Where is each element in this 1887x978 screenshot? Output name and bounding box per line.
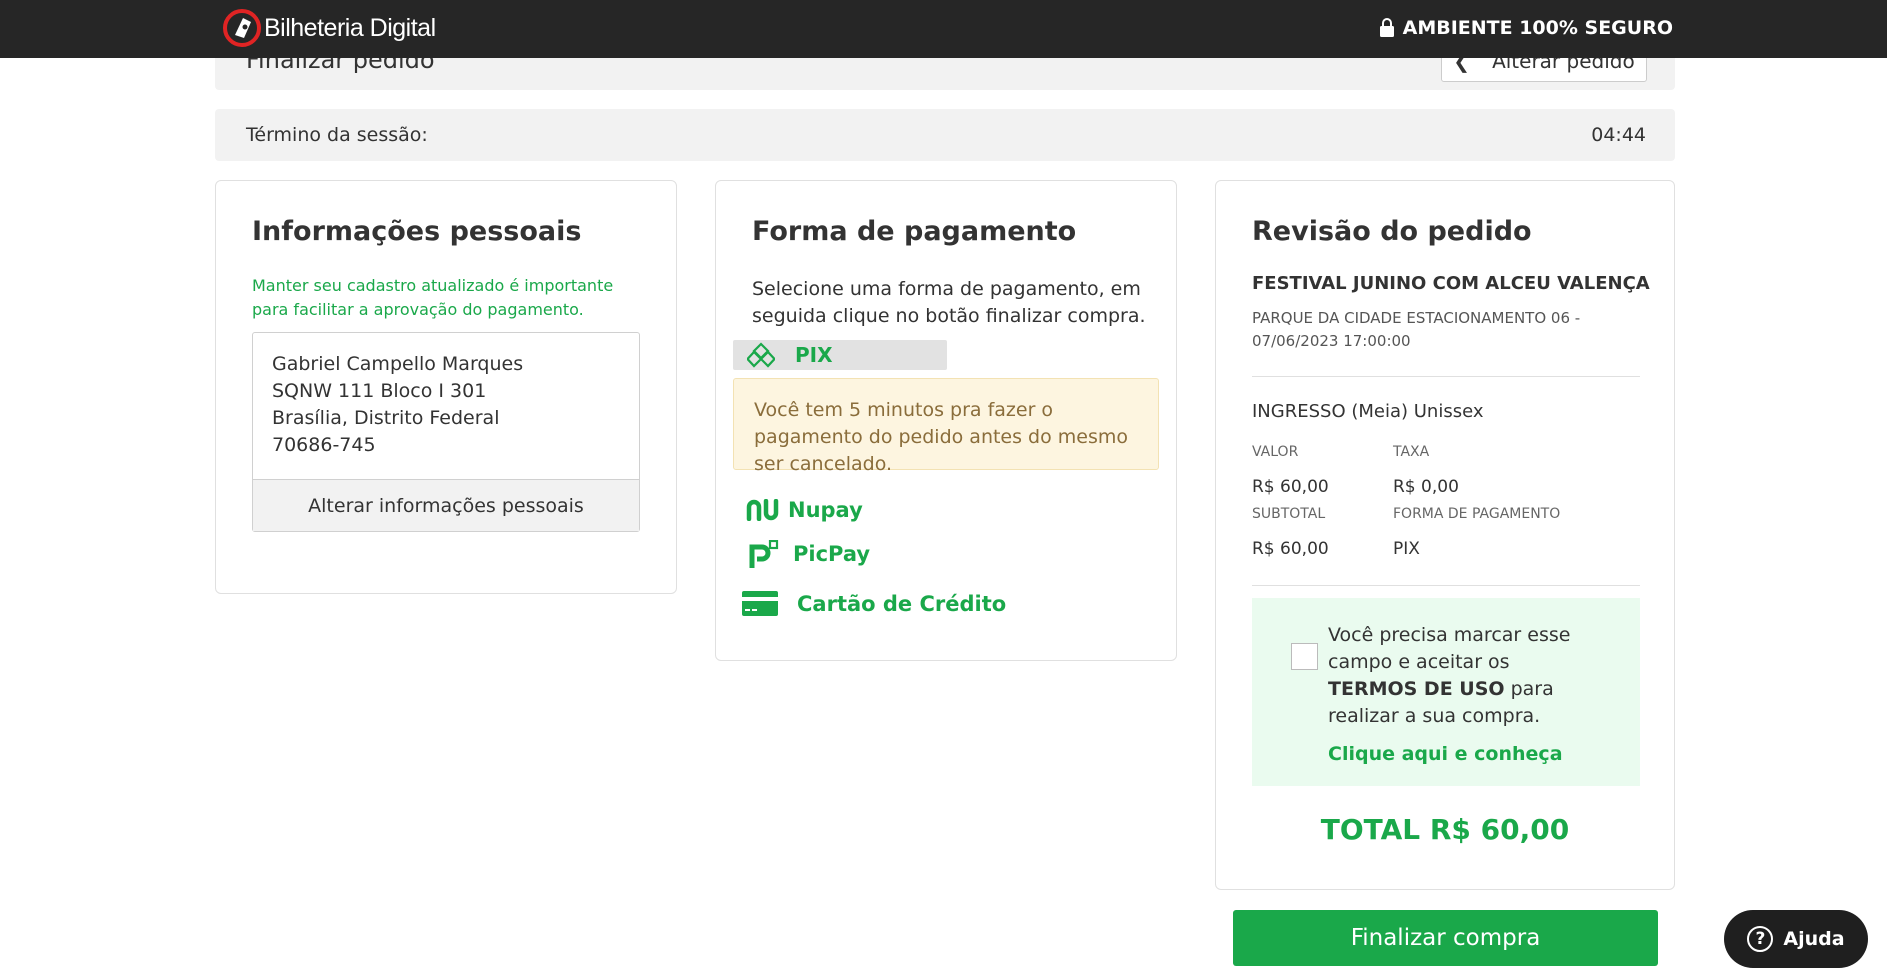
- help-button[interactable]: ? Ajuda: [1724, 910, 1868, 968]
- divider: [1252, 585, 1640, 586]
- payment-option-pix[interactable]: PIX: [733, 340, 947, 370]
- terms-text-bold: TERMOS DE USO: [1328, 678, 1505, 700]
- secure-label: AMBIENTE 100% SEGURO: [1402, 17, 1673, 39]
- payment-title: Forma de pagamento: [752, 216, 1077, 247]
- personal-info-title: Informações pessoais: [252, 216, 582, 247]
- address-zip: 70686-745: [272, 434, 376, 456]
- payment-option-picpay[interactable]: PicPay: [748, 540, 870, 568]
- lock-icon: [1379, 18, 1394, 37]
- payment-method-label: FORMA DE PAGAMENTO: [1393, 506, 1561, 522]
- picpay-label: PicPay: [793, 542, 871, 566]
- session-label: Término da sessão:: [246, 124, 428, 146]
- question-icon: ?: [1747, 926, 1774, 952]
- pix-icon: [747, 342, 775, 368]
- order-total: TOTAL R$ 60,00: [1320, 813, 1570, 846]
- brand-name: Bilheteria Digital: [264, 13, 436, 42]
- address-city: Brasília, Distrito Federal: [272, 407, 500, 429]
- event-name: FESTIVAL JUNINO COM ALCEU VALENÇA: [1252, 273, 1650, 294]
- brand-logo-overlay[interactable]: Bilheteria Digital: [222, 8, 436, 48]
- pix-label: PIX: [795, 343, 833, 367]
- terms-checkbox[interactable]: [1291, 643, 1318, 670]
- taxa-label: TAXA: [1393, 444, 1430, 460]
- ticket-name: INGRESSO (Meia) Unissex: [1252, 401, 1484, 422]
- picpay-icon: [749, 540, 779, 568]
- nupay-label: Nupay: [788, 498, 863, 522]
- divider: [1252, 376, 1640, 377]
- ticket-logo-icon: [223, 9, 261, 47]
- event-venue: PARQUE DA CIDADE ESTACIONAMENTO 06 - 07/…: [1252, 309, 1581, 350]
- subtotal-label: SUBTOTAL: [1252, 506, 1326, 522]
- taxa-value: R$ 0,00: [1393, 477, 1459, 497]
- help-label: Ajuda: [1783, 928, 1845, 950]
- credit-card-label: Cartão de Crédito: [797, 591, 1007, 616]
- session-strip: [215, 109, 1675, 161]
- personal-info-hint: Manter seu cadastro atualizado é importa…: [252, 276, 614, 319]
- top-bar-overlay: Bilheteria Digital AMBIENTE 100% SEGURO: [0, 0, 1887, 58]
- terms-text-pre: Você precisa marcar esse campo e aceitar…: [1328, 624, 1571, 673]
- payment-method-value: PIX: [1393, 539, 1420, 559]
- valor-value: R$ 60,00: [1252, 477, 1329, 497]
- address-street: SQNW 111 Bloco I 301: [272, 380, 487, 402]
- alter-personal-info-button[interactable]: Alterar informações pessoais: [253, 479, 639, 531]
- pix-notice: Você tem 5 minutos pra fazer o pagamento…: [733, 378, 1159, 475]
- order-review-title: Revisão do pedido: [1252, 216, 1532, 247]
- secure-badge: AMBIENTE 100% SEGURO: [1379, 17, 1673, 39]
- credit-card-icon: [742, 591, 778, 616]
- payment-option-nupay[interactable]: Nupay: [746, 498, 863, 522]
- address-name: Gabriel Campello Marques: [272, 353, 524, 375]
- nupay-icon: [746, 499, 779, 521]
- terms-text: Você precisa marcar esse campo e aceitar…: [1328, 622, 1598, 730]
- terms-link[interactable]: Clique aqui e conheça: [1328, 743, 1563, 765]
- payment-option-credit-card[interactable]: Cartão de Crédito: [741, 590, 1006, 617]
- session-timer: 04:44: [1591, 124, 1646, 146]
- subtotal-value: R$ 60,00: [1252, 539, 1329, 559]
- valor-label: VALOR: [1252, 444, 1299, 460]
- finalize-purchase-button[interactable]: Finalizar compra: [1233, 910, 1658, 966]
- payment-description: Selecione uma forma de pagamento, em seg…: [752, 278, 1146, 327]
